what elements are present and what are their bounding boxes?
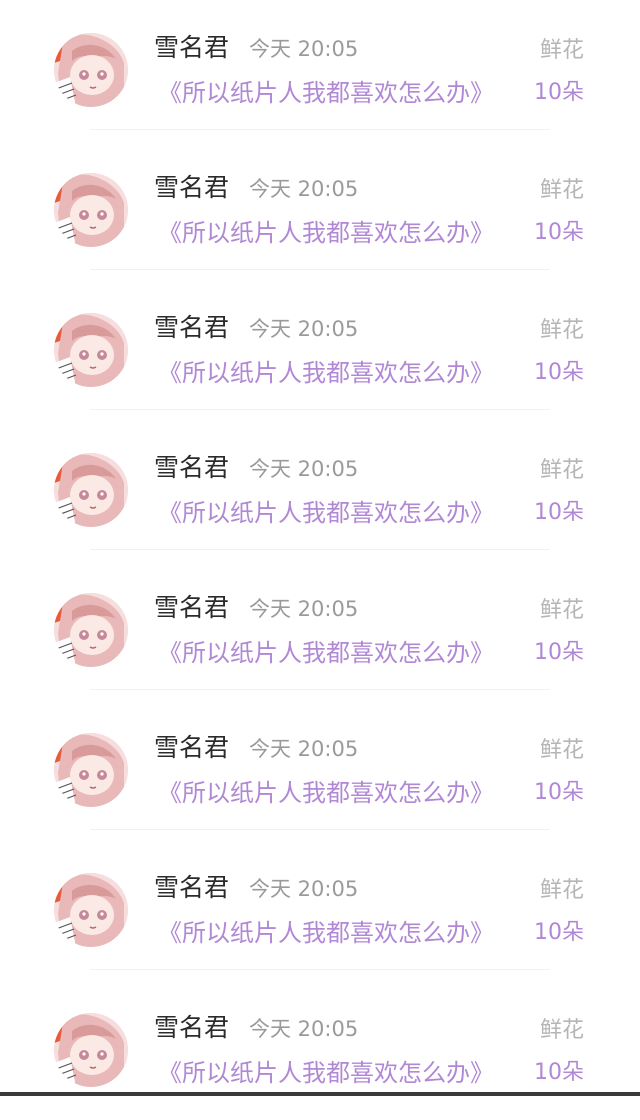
timestamp: 今天 20:05: [249, 1017, 359, 1041]
username: 雪名君: [154, 873, 230, 902]
timestamp: 今天 20:05: [249, 457, 359, 481]
username: 雪名君: [154, 453, 230, 482]
list-item[interactable]: 雪名君 今天 20:05 《所以纸片人我都喜欢怎么办》 鲜花 10朵: [0, 420, 640, 560]
anime-girl-avatar-icon: [54, 593, 128, 667]
avatar[interactable]: [54, 873, 128, 947]
bottom-edge-bar: [0, 1092, 640, 1096]
username: 雪名君: [154, 313, 230, 342]
timestamp: 今天 20:05: [249, 877, 359, 901]
divider: [90, 409, 550, 410]
anime-girl-avatar-icon: [54, 1013, 128, 1087]
divider: [90, 969, 550, 970]
gift-type-label: 鲜花: [539, 178, 584, 203]
gift-type-label: 鲜花: [539, 738, 584, 763]
gift-type-label: 鲜花: [539, 1018, 584, 1043]
list-item[interactable]: 雪名君 今天 20:05 《所以纸片人我都喜欢怎么办》 鲜花 10朵: [0, 700, 640, 840]
gift-count: 10朵: [534, 220, 584, 245]
book-title-link[interactable]: 《所以纸片人我都喜欢怎么办》: [158, 77, 494, 109]
avatar[interactable]: [54, 33, 128, 107]
gift-type-label: 鲜花: [539, 458, 584, 483]
username: 雪名君: [154, 33, 230, 62]
book-title-link[interactable]: 《所以纸片人我都喜欢怎么办》: [158, 497, 494, 529]
avatar[interactable]: [54, 1013, 128, 1087]
gift-type-label: 鲜花: [539, 318, 584, 343]
book-title-link[interactable]: 《所以纸片人我都喜欢怎么办》: [158, 917, 494, 949]
list-item[interactable]: 雪名君 今天 20:05 《所以纸片人我都喜欢怎么办》 鲜花 10朵: [0, 140, 640, 280]
timestamp: 今天 20:05: [249, 37, 359, 61]
username: 雪名君: [154, 593, 230, 622]
divider: [90, 129, 550, 130]
gift-count: 10朵: [534, 780, 584, 805]
timestamp: 今天 20:05: [249, 597, 359, 621]
gift-count: 10朵: [534, 1060, 584, 1085]
timestamp: 今天 20:05: [249, 317, 359, 341]
gift-count: 10朵: [534, 80, 584, 105]
anime-girl-avatar-icon: [54, 33, 128, 107]
book-title-link[interactable]: 《所以纸片人我都喜欢怎么办》: [158, 217, 494, 249]
list-item[interactable]: 雪名君 今天 20:05 《所以纸片人我都喜欢怎么办》 鲜花 10朵: [0, 980, 640, 1120]
timestamp: 今天 20:05: [249, 737, 359, 761]
gift-type-label: 鲜花: [539, 878, 584, 903]
anime-girl-avatar-icon: [54, 173, 128, 247]
book-title-link[interactable]: 《所以纸片人我都喜欢怎么办》: [158, 777, 494, 809]
book-title-link[interactable]: 《所以纸片人我都喜欢怎么办》: [158, 357, 494, 389]
divider: [90, 549, 550, 550]
avatar[interactable]: [54, 733, 128, 807]
divider: [90, 269, 550, 270]
avatar[interactable]: [54, 313, 128, 387]
gift-count: 10朵: [534, 920, 584, 945]
book-title-link[interactable]: 《所以纸片人我都喜欢怎么办》: [158, 637, 494, 669]
list-item[interactable]: 雪名君 今天 20:05 《所以纸片人我都喜欢怎么办》 鲜花 10朵: [0, 840, 640, 980]
username: 雪名君: [154, 173, 230, 202]
list-item[interactable]: 雪名君 今天 20:05 《所以纸片人我都喜欢怎么办》 鲜花 10朵: [0, 280, 640, 420]
book-title-link[interactable]: 《所以纸片人我都喜欢怎么办》: [158, 1057, 494, 1089]
username: 雪名君: [154, 733, 230, 762]
avatar[interactable]: [54, 173, 128, 247]
gift-type-label: 鲜花: [539, 598, 584, 623]
divider: [90, 829, 550, 830]
gift-type-label: 鲜花: [539, 38, 584, 63]
username: 雪名君: [154, 1013, 230, 1042]
anime-girl-avatar-icon: [54, 453, 128, 527]
gift-count: 10朵: [534, 640, 584, 665]
anime-girl-avatar-icon: [54, 733, 128, 807]
list-item[interactable]: 雪名君 今天 20:05 《所以纸片人我都喜欢怎么办》 鲜花 10朵: [0, 560, 640, 700]
gift-count: 10朵: [534, 360, 584, 385]
avatar[interactable]: [54, 593, 128, 667]
anime-girl-avatar-icon: [54, 313, 128, 387]
divider: [90, 689, 550, 690]
gift-record-list: 雪名君 今天 20:05 《所以纸片人我都喜欢怎么办》 鲜花 10朵 雪名君 今…: [0, 0, 640, 1120]
avatar[interactable]: [54, 453, 128, 527]
anime-girl-avatar-icon: [54, 873, 128, 947]
timestamp: 今天 20:05: [249, 177, 359, 201]
list-item[interactable]: 雪名君 今天 20:05 《所以纸片人我都喜欢怎么办》 鲜花 10朵: [0, 0, 640, 140]
gift-count: 10朵: [534, 500, 584, 525]
